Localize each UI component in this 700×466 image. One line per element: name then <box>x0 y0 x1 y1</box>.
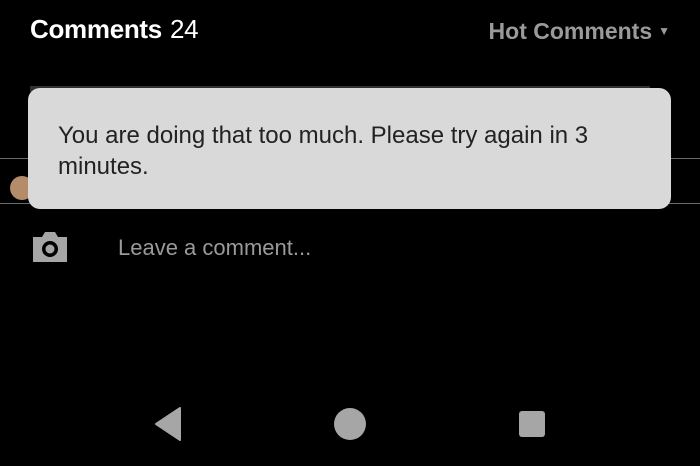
back-triangle-icon <box>155 407 181 441</box>
comments-header: Comments 24 <box>30 14 199 45</box>
comment-input[interactable] <box>118 233 658 263</box>
system-nav-bar <box>0 396 700 452</box>
home-circle-icon <box>334 408 366 440</box>
comments-count: 24 <box>169 14 199 44</box>
sort-label: Hot Comments <box>488 18 653 44</box>
home-button[interactable] <box>330 404 370 444</box>
camera-icon <box>33 232 67 262</box>
camera-button[interactable] <box>31 228 69 264</box>
back-button[interactable] <box>150 404 190 444</box>
recents-button[interactable] <box>512 404 552 444</box>
caret-down-icon: ▼ <box>658 23 670 38</box>
rate-limit-toast: You are doing that too much. Please try … <box>28 88 671 209</box>
sort-dropdown[interactable]: Hot Comments ▼ <box>489 18 670 45</box>
recents-square-icon <box>519 411 545 437</box>
toast-message: You are doing that too much. Please try … <box>58 122 589 180</box>
comments-screen: Comments 24 Hot Comments ▼ You are doing t… <box>0 0 700 466</box>
comments-title: Comments <box>30 14 162 44</box>
